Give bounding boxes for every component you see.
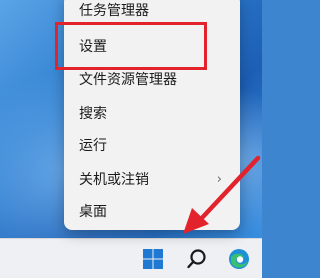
pointer-arrow — [183, 155, 261, 234]
